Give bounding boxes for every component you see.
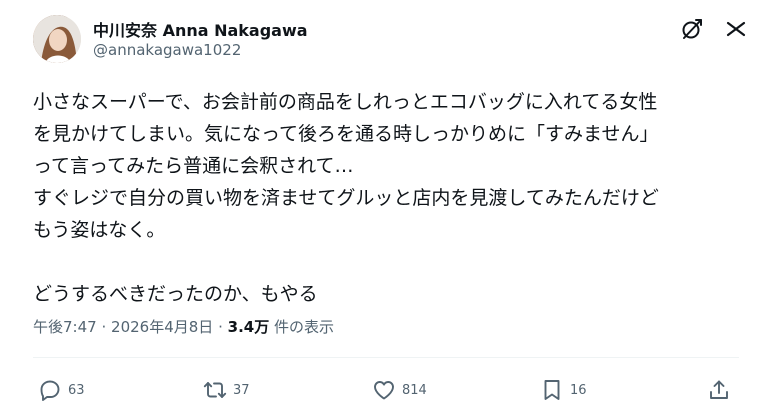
retweet-button[interactable]: 37 [203,377,250,403]
grok-icon[interactable] [680,17,704,41]
tweet-card: 中川安奈 Anna Nakagawa @annakagawa1022 小さなスー… [0,0,772,410]
tweet-date[interactable]: 2026年4月8日 [111,318,213,336]
display-name[interactable]: 中川安奈 Anna Nakagawa [93,17,308,41]
views-label[interactable]: 件の表示 [274,318,334,336]
views-count[interactable]: 3.4万 [228,318,270,336]
bookmark-icon [544,380,560,400]
share-icon [710,380,728,399]
tweet-time[interactable]: 午後7:47 [33,318,97,336]
bookmark-button[interactable]: 16 [540,377,587,403]
tweet-meta: 午後7:47 · 2026年4月8日 · 3.4万 件の表示 [33,316,334,337]
meta-separator: · [218,318,223,336]
avatar[interactable] [33,15,81,63]
reply-count: 63 [68,382,85,398]
divider [33,357,739,358]
like-button[interactable]: 814 [372,377,427,403]
heart-icon [374,381,394,400]
handle[interactable]: @annakagawa1022 [93,41,241,59]
retweet-count: 37 [233,382,250,398]
bookmark-count: 16 [570,382,587,398]
reply-icon [40,380,60,401]
tweet-text: 小さなスーパーで、お会計前の商品をしれっとエコバッグに入れてる女性 を見かけてし… [33,91,659,305]
reply-button[interactable]: 63 [38,377,85,403]
retweet-icon [203,382,227,398]
meta-separator: · [101,318,107,336]
like-count: 814 [402,382,427,398]
more-icon[interactable] [722,17,750,41]
share-button[interactable] [707,377,737,403]
